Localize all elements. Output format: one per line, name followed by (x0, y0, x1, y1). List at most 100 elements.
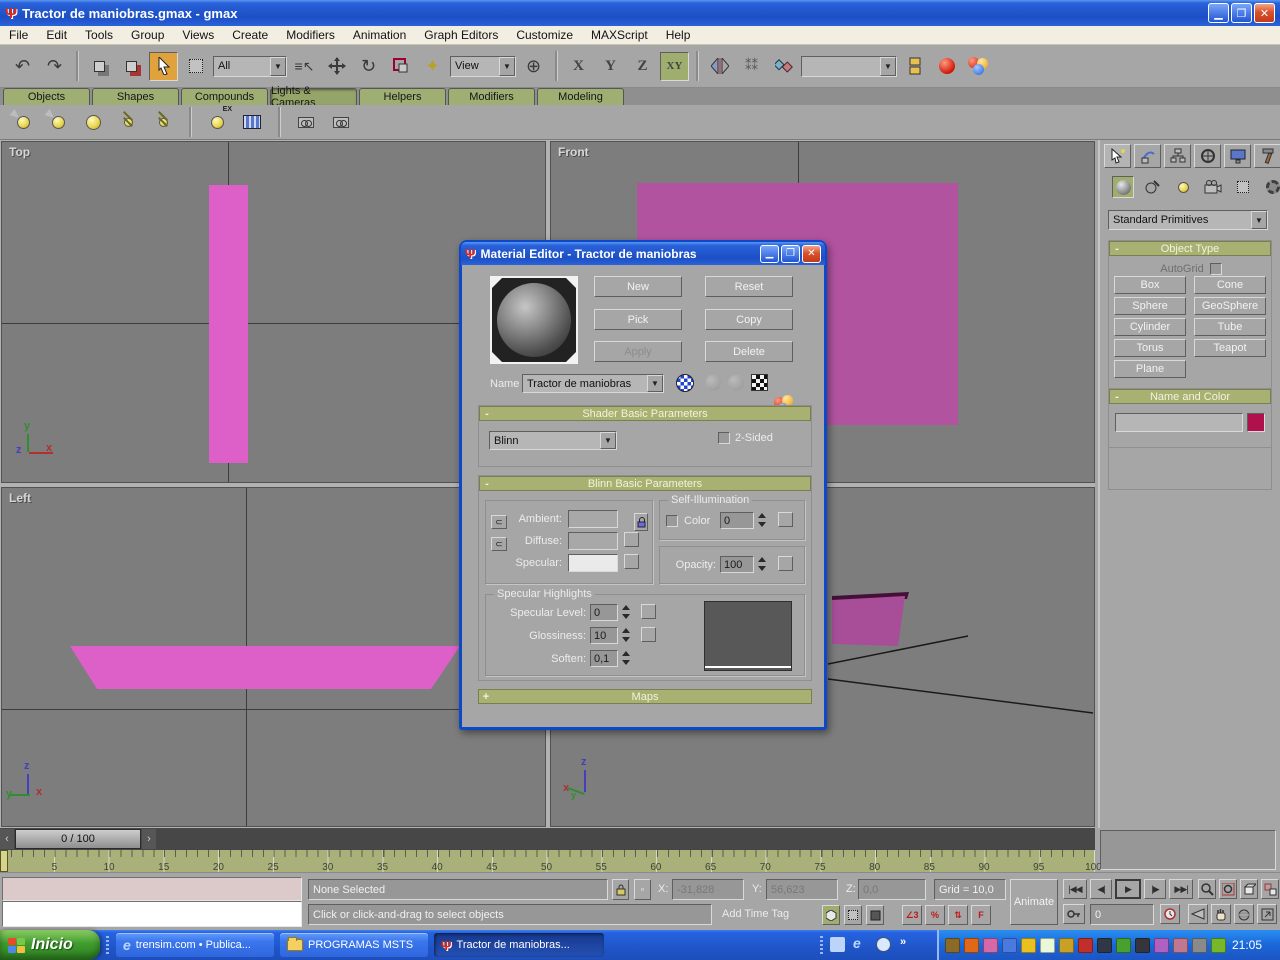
tab-objects[interactable]: Objects (3, 88, 90, 105)
tray-icon[interactable] (1192, 938, 1207, 953)
tab-compounds[interactable]: Compounds (181, 88, 268, 105)
material-editor-titlebar[interactable]: Ψ Material Editor - Tractor de maniobras… (461, 242, 825, 265)
two-sided-checkbox[interactable] (718, 432, 730, 444)
selection-lock-icon[interactable] (612, 879, 629, 900)
opacity-map-button[interactable] (778, 556, 793, 571)
pan-hand-icon[interactable] (1211, 904, 1231, 924)
array-icon[interactable]: ⁑⁑ (737, 52, 766, 81)
specular-level-map-button[interactable] (641, 604, 656, 619)
tray-icon[interactable] (1097, 938, 1112, 953)
restrict-y-button[interactable]: Y (596, 52, 625, 81)
snap-toggle-icon[interactable] (822, 905, 840, 925)
goto-start-icon[interactable]: |◀◀ (1063, 879, 1087, 899)
primitive-button[interactable]: Cone (1194, 276, 1266, 294)
name-color-rollout-header[interactable]: - Name and Color (1109, 389, 1271, 404)
primitives-category-dropdown[interactable]: Standard Primitives▼ (1108, 210, 1268, 230)
play-icon[interactable]: ▶ (1115, 879, 1141, 899)
tab-lights-cameras[interactable]: Lights & Cameras (270, 88, 357, 105)
taskbar-task-folder[interactable]: PROGRAMAS MSTS (280, 933, 428, 957)
category-cameras-icon[interactable] (1202, 176, 1224, 198)
tab-modifiers[interactable]: Modifiers (448, 88, 535, 105)
reset-button[interactable]: Reset (705, 276, 793, 297)
opacity-spinner[interactable] (756, 556, 767, 572)
specular-map-button[interactable] (624, 554, 639, 569)
viewport-left-label[interactable]: Left (9, 491, 31, 505)
shader-type-dropdown[interactable]: Blinn▼ (489, 431, 617, 450)
minimize-icon[interactable]: ▁ (760, 245, 779, 263)
current-frame-field[interactable]: 0 (1090, 904, 1154, 925)
taskbar-task-gmax[interactable]: Ψ Tractor de maniobras... (434, 933, 604, 957)
material-editor-dialog[interactable]: Ψ Material Editor - Tractor de maniobras… (459, 240, 827, 730)
tab-display[interactable] (1224, 144, 1251, 168)
restrict-x-button[interactable]: X (564, 52, 593, 81)
collapse-icon[interactable]: - (1110, 243, 1124, 255)
animate-button[interactable]: Animate (1010, 879, 1058, 925)
primitive-button[interactable]: Box (1114, 276, 1186, 294)
material-editor-icon[interactable] (964, 52, 993, 81)
maxscript-listener-pink[interactable] (2, 877, 302, 901)
primitive-button[interactable]: Cylinder (1114, 318, 1186, 336)
move-icon[interactable] (322, 52, 351, 81)
zoom-extents-icon[interactable] (1240, 879, 1258, 899)
object-color-swatch[interactable] (1247, 413, 1265, 432)
zoom-icon[interactable] (1198, 879, 1216, 899)
tray-icon[interactable] (1173, 938, 1188, 953)
specular-color-swatch[interactable] (568, 554, 618, 572)
trackview-icon[interactable] (900, 52, 929, 81)
free-spotlight-icon[interactable] (45, 109, 71, 135)
autogrid-checkbox[interactable] (1210, 263, 1222, 275)
glossiness-field[interactable]: 10 (590, 627, 618, 644)
new-button[interactable]: New (594, 276, 682, 297)
target-directional-light-icon[interactable] (115, 109, 141, 135)
tray-icon[interactable] (964, 938, 979, 953)
track-bar-ruler[interactable]: 5101520253035404550556065707580859095100 (0, 850, 1095, 872)
target-spotlight-icon[interactable] (10, 109, 36, 135)
collapse-icon[interactable]: - (1110, 391, 1124, 403)
tray-icon[interactable] (1154, 938, 1169, 953)
omni-light-icon[interactable] (80, 109, 106, 135)
tab-modeling[interactable]: Modeling (537, 88, 624, 105)
select-manipulate-icon[interactable]: ✦ (418, 52, 447, 81)
show-desktop-icon[interactable] (830, 937, 845, 952)
menu-item[interactable]: File (0, 28, 37, 42)
soften-spinner[interactable] (620, 650, 631, 666)
menu-item[interactable]: Edit (37, 28, 76, 42)
restore-icon[interactable]: ❐ (1231, 3, 1252, 23)
object-name-input[interactable] (1115, 413, 1243, 432)
tab-hierarchy[interactable] (1164, 144, 1191, 168)
primitive-button[interactable]: GeoSphere (1194, 297, 1266, 315)
collapse-icon[interactable]: - (480, 478, 494, 490)
menu-item[interactable]: Create (223, 28, 277, 42)
add-time-tag[interactable]: Add Time Tag (722, 908, 789, 920)
render-ball-icon[interactable] (932, 52, 961, 81)
primitive-button[interactable]: Sphere (1114, 297, 1186, 315)
selection-filter-dropdown[interactable]: All▼ (213, 56, 287, 77)
menu-item[interactable]: Modifiers (277, 28, 344, 42)
quicklaunch-ie-icon[interactable]: e (853, 935, 861, 951)
menu-item[interactable]: Group (122, 28, 173, 42)
self-illum-spinner[interactable] (756, 512, 767, 528)
maxscript-listener-white[interactable] (2, 901, 302, 927)
primitive-button[interactable]: Tube (1194, 318, 1266, 336)
expand-icon[interactable]: + (479, 691, 493, 703)
pick-button[interactable]: Pick (594, 309, 682, 330)
snap-3d-icon[interactable] (866, 905, 884, 925)
apply-button[interactable]: Apply (594, 341, 682, 362)
prev-frame-arrow-icon[interactable]: ‹ (0, 829, 14, 849)
rotate-icon[interactable]: ↻ (354, 52, 383, 81)
y-coord-field[interactable]: 56,623 (766, 879, 838, 900)
tab-create[interactable] (1104, 144, 1131, 168)
lock-icon[interactable] (634, 513, 648, 531)
pivot-center-icon[interactable]: ⊕ (519, 52, 548, 81)
ex-light-icon[interactable]: EX (204, 109, 230, 135)
tab-motion[interactable] (1194, 144, 1221, 168)
put-to-scene-icon[interactable] (728, 375, 744, 391)
tray-icon[interactable] (945, 938, 960, 953)
taskbar-clock[interactable]: 21:05 (1232, 938, 1262, 952)
viewport-front-label[interactable]: Front (558, 145, 589, 159)
free-camera-icon[interactable] (328, 109, 354, 135)
time-slider-handle[interactable]: 0 / 100 (15, 829, 141, 849)
x-coord-field[interactable]: -31,828 (672, 879, 744, 900)
quicklaunch-app-icon[interactable] (876, 937, 891, 952)
tray-icon[interactable] (1002, 938, 1017, 953)
